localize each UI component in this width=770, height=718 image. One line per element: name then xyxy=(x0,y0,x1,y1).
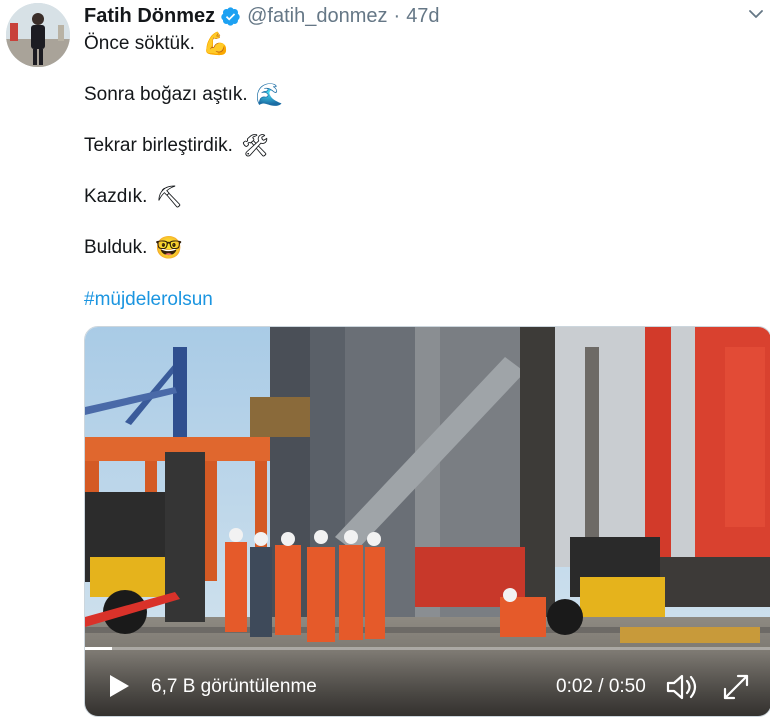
tweet-line-5: Bulduk. 🤓 xyxy=(84,235,183,261)
video-player[interactable]: 6,7 B görüntülenme 0:02 / 0:50 xyxy=(84,326,770,717)
video-progress-fill xyxy=(85,647,113,650)
tweet-line-2: Sonra boğazı aştık. 🌊 xyxy=(84,82,283,108)
view-count: 6,7 B görüntülenme xyxy=(151,676,317,697)
tweet-text-1: Önce söktük. xyxy=(84,33,195,54)
water-wave-icon: 🌊 xyxy=(255,82,284,107)
hashtag-link[interactable]: #müjdelerolsun xyxy=(84,289,213,311)
separator-dot: · xyxy=(393,4,401,27)
fullscreen-icon[interactable] xyxy=(721,672,751,702)
tweet-line-4: Kazdık. ⛏ xyxy=(84,184,183,210)
video-timer: 0:02 / 0:50 xyxy=(556,676,646,697)
chevron-down-icon[interactable] xyxy=(746,4,766,24)
flexed-biceps-icon: 💪 xyxy=(202,31,231,56)
tweet-time[interactable]: 47d xyxy=(406,5,439,28)
pick-icon: ⛏ xyxy=(155,184,184,209)
author-handle[interactable]: @fatih_donmez xyxy=(247,5,387,28)
tweet-line-3: Tekrar birleştirdik. 🛠 xyxy=(84,133,269,159)
tweet-line-1: Önce söktük. 💪 xyxy=(84,31,230,57)
author-name[interactable]: Fatih Dönmez xyxy=(84,5,215,28)
tweet-text-2: Sonra boğazı aştık. xyxy=(84,84,248,105)
volume-icon[interactable] xyxy=(665,672,699,702)
hammer-wrench-icon: 🛠 xyxy=(240,133,269,158)
tweet-text-5: Bulduk. xyxy=(84,237,148,258)
tweet-line-hashtag: #müjdelerolsun xyxy=(84,287,213,313)
tweet-header: Fatih Dönmez @fatih_donmez · 47d xyxy=(84,4,440,28)
tweet-text-4: Kazdık. xyxy=(84,186,148,207)
verified-badge-icon xyxy=(221,6,240,26)
nerd-face-icon: 🤓 xyxy=(155,235,183,260)
tweet-text-3: Tekrar birleştirdik. xyxy=(84,135,233,156)
play-icon[interactable] xyxy=(107,673,131,699)
avatar-photo xyxy=(6,3,70,67)
author-avatar[interactable] xyxy=(6,3,70,67)
video-progress-bar[interactable] xyxy=(85,647,770,650)
